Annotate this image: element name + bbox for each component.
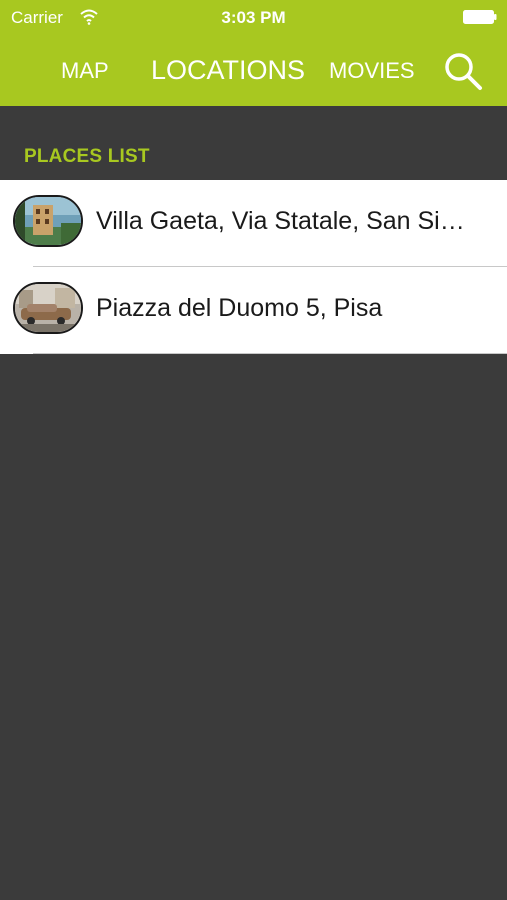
section-title: PLACES LIST: [24, 146, 150, 167]
search-icon[interactable]: [442, 50, 484, 92]
app-header: Carrier 3:03 PM MAP LOCATIONS MOVIES: [0, 0, 507, 106]
villa-thumbnail-icon: [13, 195, 83, 247]
list-item[interactable]: Villa Gaeta, Via Statale, San Si…: [0, 180, 507, 267]
tab-locations[interactable]: LOCATIONS: [151, 55, 305, 86]
tab-map[interactable]: MAP: [61, 58, 109, 84]
places-list: Villa Gaeta, Via Statale, San Si… Piazza…: [0, 180, 507, 354]
list-item[interactable]: Piazza del Duomo 5, Pisa: [0, 267, 507, 354]
place-label: Piazza del Duomo 5, Pisa: [96, 294, 383, 322]
tab-movies[interactable]: MOVIES: [329, 58, 415, 84]
status-bar: Carrier 3:03 PM: [0, 0, 507, 36]
status-time: 3:03 PM: [221, 8, 286, 27]
top-nav: MAP LOCATIONS MOVIES: [0, 36, 507, 106]
battery-icon: [463, 10, 497, 24]
piazza-thumbnail-icon: [13, 282, 83, 334]
row-divider: [33, 353, 507, 354]
place-label: Villa Gaeta, Via Statale, San Si…: [96, 207, 465, 235]
